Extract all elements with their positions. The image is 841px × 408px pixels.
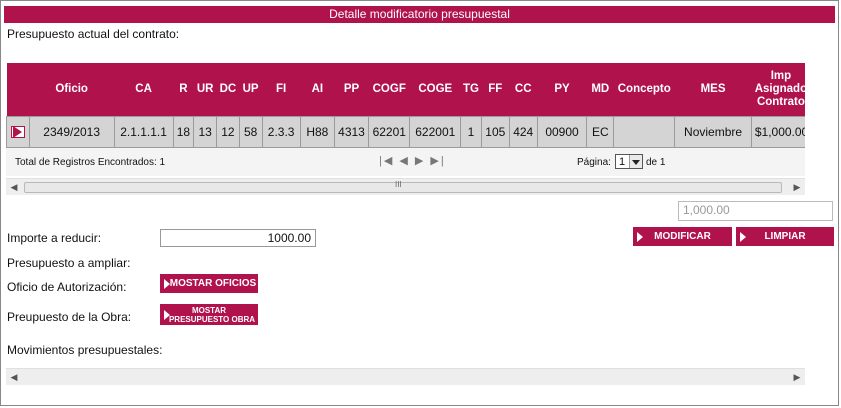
col-header-pp[interactable]: PP (334, 63, 369, 117)
col-header-fi[interactable]: FI (262, 63, 301, 117)
cell-cc: 424 (508, 116, 538, 148)
col-header-mes[interactable]: MES (674, 63, 752, 117)
total-readonly-field: 1,000.00 (678, 201, 833, 221)
cell-oficio: 2349/2013 (28, 116, 115, 148)
col-header-md[interactable]: MD (586, 63, 614, 117)
cell-ai: H88 (299, 116, 335, 148)
modify-button[interactable]: MODIFICAR (633, 227, 732, 246)
col-header-ur[interactable]: UR (193, 63, 217, 117)
col-header-imp-asignado[interactable]: Imp Asignado Contrato (751, 63, 805, 117)
scroll-right-icon[interactable]: ▶ (789, 369, 805, 385)
scrollbar-thumb[interactable]: III (24, 180, 782, 193)
reduce-amount-input[interactable]: 1000.00 (160, 229, 316, 247)
play-icon (637, 231, 643, 242)
work-budget-label: Preupuesto de la Obra: (7, 310, 132, 324)
grid-horizontal-scrollbar[interactable]: ◀ III ▶ (6, 178, 805, 195)
budget-grid: Oficio CA R UR DC UP FI AI PP COGF COGE … (6, 63, 805, 148)
cell-mes: Noviembre (674, 116, 752, 148)
col-header-py[interactable]: PY (537, 63, 587, 117)
scroll-left-icon[interactable]: ◀ (6, 369, 22, 385)
col-header-up[interactable]: UP (239, 63, 262, 117)
authorization-office-label: Oficio de Autorización: (7, 280, 127, 294)
cell-r: 18 (172, 116, 195, 148)
row-select-cell[interactable] (6, 116, 30, 148)
col-header-ai[interactable]: AI (300, 63, 335, 117)
scrollbar-grip-icon: III (395, 180, 402, 189)
show-offices-button[interactable]: MOSTAR OFICIOS (160, 274, 258, 293)
col-header-concepto[interactable]: Concepto (613, 63, 675, 117)
col-header-oficio[interactable]: Oficio (29, 63, 115, 117)
scroll-right-icon[interactable]: ▶ (789, 179, 805, 195)
page-select-value: 1 (619, 156, 626, 168)
budget-movements-label: Movimientos presupuestales: (7, 343, 163, 357)
cell-md: EC (586, 116, 615, 148)
play-icon (164, 278, 170, 289)
cell-up: 58 (238, 116, 263, 148)
col-header-coge[interactable]: COGE (409, 63, 461, 117)
cell-pp: 4313 (333, 116, 370, 148)
grid-header-row: Oficio CA R UR DC UP FI AI PP COGF COGE … (6, 63, 805, 117)
page-label: Página: (577, 157, 611, 168)
cell-ff: 105 (480, 116, 510, 148)
col-header-r[interactable]: R (173, 63, 194, 117)
reduce-amount-label: Importe a reducir: (7, 231, 102, 245)
table-row[interactable]: 2349/2013 2.1.1.1.1 18 13 12 58 2.3.3 H8… (6, 116, 805, 148)
panel-title: Detalle modificatorio presupuestal (4, 6, 835, 23)
play-icon (164, 309, 170, 320)
pager-nav-icons[interactable]: |◀ ◀ ▶ ▶| (379, 154, 446, 167)
cell-imp-asignado: $1,000.00 (750, 116, 805, 148)
total-records-label: Total de Registros Encontrados: 1 (15, 157, 166, 168)
cell-tg: 1 (460, 116, 482, 148)
col-header-tg[interactable]: TG (460, 63, 482, 117)
show-work-budget-label-2: PRESUPUESTO OBRA (168, 315, 256, 324)
movements-horizontal-scrollbar[interactable]: ◀ ▶ (6, 368, 805, 385)
col-header-ca[interactable]: CA (114, 63, 174, 117)
col-header-cogf[interactable]: COGF (368, 63, 410, 117)
cell-cogf: 62201 (368, 116, 411, 148)
show-offices-label: MOSTAR OFICIOS (169, 278, 257, 289)
page-select[interactable]: 1 (615, 154, 643, 169)
cell-ur: 13 (193, 116, 217, 148)
section-label: Presupuesto actual del contrato: (7, 27, 180, 41)
cell-ca: 2.1.1.1.1 (113, 116, 174, 148)
show-work-budget-button[interactable]: MOSTAR PRESUPUESTO OBRA (160, 304, 258, 325)
play-icon (740, 231, 746, 242)
col-header-select (6, 63, 30, 117)
grid-pager: Total de Registros Encontrados: 1 |◀ ◀ ▶… (6, 148, 805, 176)
row-arrow-icon[interactable] (10, 125, 25, 138)
clear-button-label: LIMPIAR (764, 231, 806, 242)
page-of-label: de 1 (646, 157, 666, 168)
show-work-budget-label-1: MOSTAR (191, 306, 227, 315)
cell-py: 00900 (536, 116, 588, 148)
chevron-down-icon[interactable] (629, 155, 642, 168)
expand-budget-label: Presupuesto a ampliar: (7, 256, 131, 270)
clear-button[interactable]: LIMPIAR (736, 227, 834, 246)
cell-concepto (613, 116, 676, 148)
col-header-cc[interactable]: CC (509, 63, 538, 117)
col-header-ff[interactable]: FF (481, 63, 510, 117)
cell-dc: 12 (216, 116, 240, 148)
cell-coge: 622001 (409, 116, 462, 148)
col-header-dc[interactable]: DC (216, 63, 240, 117)
scroll-left-icon[interactable]: ◀ (6, 179, 22, 195)
modify-button-label: MODIFICAR (654, 231, 711, 242)
cell-fi: 2.3.3 (261, 116, 301, 148)
